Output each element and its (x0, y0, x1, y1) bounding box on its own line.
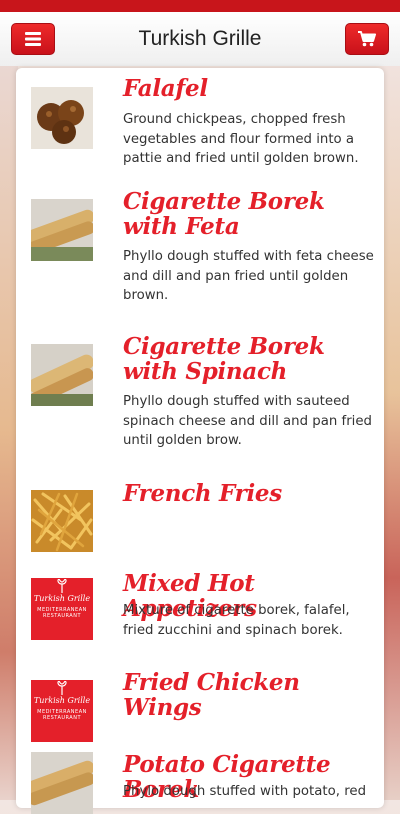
background-right (382, 60, 400, 800)
app-header: Turkish Grille (0, 12, 400, 66)
tulip-logo-icon (57, 681, 67, 695)
item-description: Phylo dough stuffed with potato, red (123, 784, 367, 799)
item-description: Phyllo dough stuffed with feta cheese an… (123, 249, 374, 303)
page-title: Turkish Grille (138, 27, 262, 50)
falafel-image (31, 87, 93, 149)
menu-item-fried-chicken-wings[interactable]: Turkish Grille MEDITERRANEAN RESTAURANT … (30, 670, 370, 746)
tulip-logo-icon (57, 579, 67, 593)
menu-item-mixed-hot-appetizers[interactable]: Turkish Grille MEDITERRANEAN RESTAURANT … (30, 571, 370, 667)
shopping-cart-icon (358, 31, 376, 47)
logo-brand: Turkish Grille (33, 594, 91, 603)
menu-item-potato-cigarette-borek[interactable]: Potato Cigarette Borek Phylo dough stuff… (30, 752, 370, 814)
menu-button[interactable] (11, 23, 55, 55)
logo-tagline: MEDITERRANEAN RESTAURANT (37, 607, 87, 619)
item-description: Mixture of cigarette borek, falafel, fri… (123, 603, 350, 638)
potato-borek-image (31, 752, 93, 814)
item-name: Fried Chicken Wings (123, 669, 300, 721)
borek-spinach-image (31, 344, 93, 406)
top-accent-bar (0, 0, 400, 12)
logo-tagline: MEDITERRANEAN RESTAURANT (37, 709, 87, 721)
borek-feta-image (31, 199, 93, 261)
french-fries-image (31, 490, 93, 552)
item-name: Cigarette Borek with Spinach (123, 333, 325, 385)
item-name: Cigarette Borek with Feta (123, 188, 325, 240)
item-description: Ground chickpeas, chopped fresh vegetabl… (123, 112, 359, 166)
logo-brand: Turkish Grille (33, 696, 91, 705)
menu-item-cigarette-borek-spinach[interactable]: Cigarette Borek with Spinach Phyllo doug… (30, 334, 372, 469)
item-name: French Fries (123, 480, 282, 507)
cart-button[interactable] (345, 23, 389, 55)
item-description: Phyllo dough stuffed with sauteed spinac… (123, 394, 372, 448)
hamburger-menu-icon (25, 32, 41, 46)
menu-item-cigarette-borek-feta[interactable]: Cigarette Borek with Feta Phyllo dough s… (30, 189, 374, 324)
restaurant-logo-image: Turkish Grille MEDITERRANEAN RESTAURANT (31, 680, 93, 742)
menu-item-french-fries[interactable]: French Fries (30, 481, 370, 557)
restaurant-logo-image: Turkish Grille MEDITERRANEAN RESTAURANT (31, 578, 93, 640)
menu-item-falafel[interactable]: Falafel Ground chickpeas, chopped fresh … (30, 76, 370, 186)
item-name: Falafel (123, 75, 208, 102)
menu-list-card: Falafel Ground chickpeas, chopped fresh … (16, 68, 384, 814)
